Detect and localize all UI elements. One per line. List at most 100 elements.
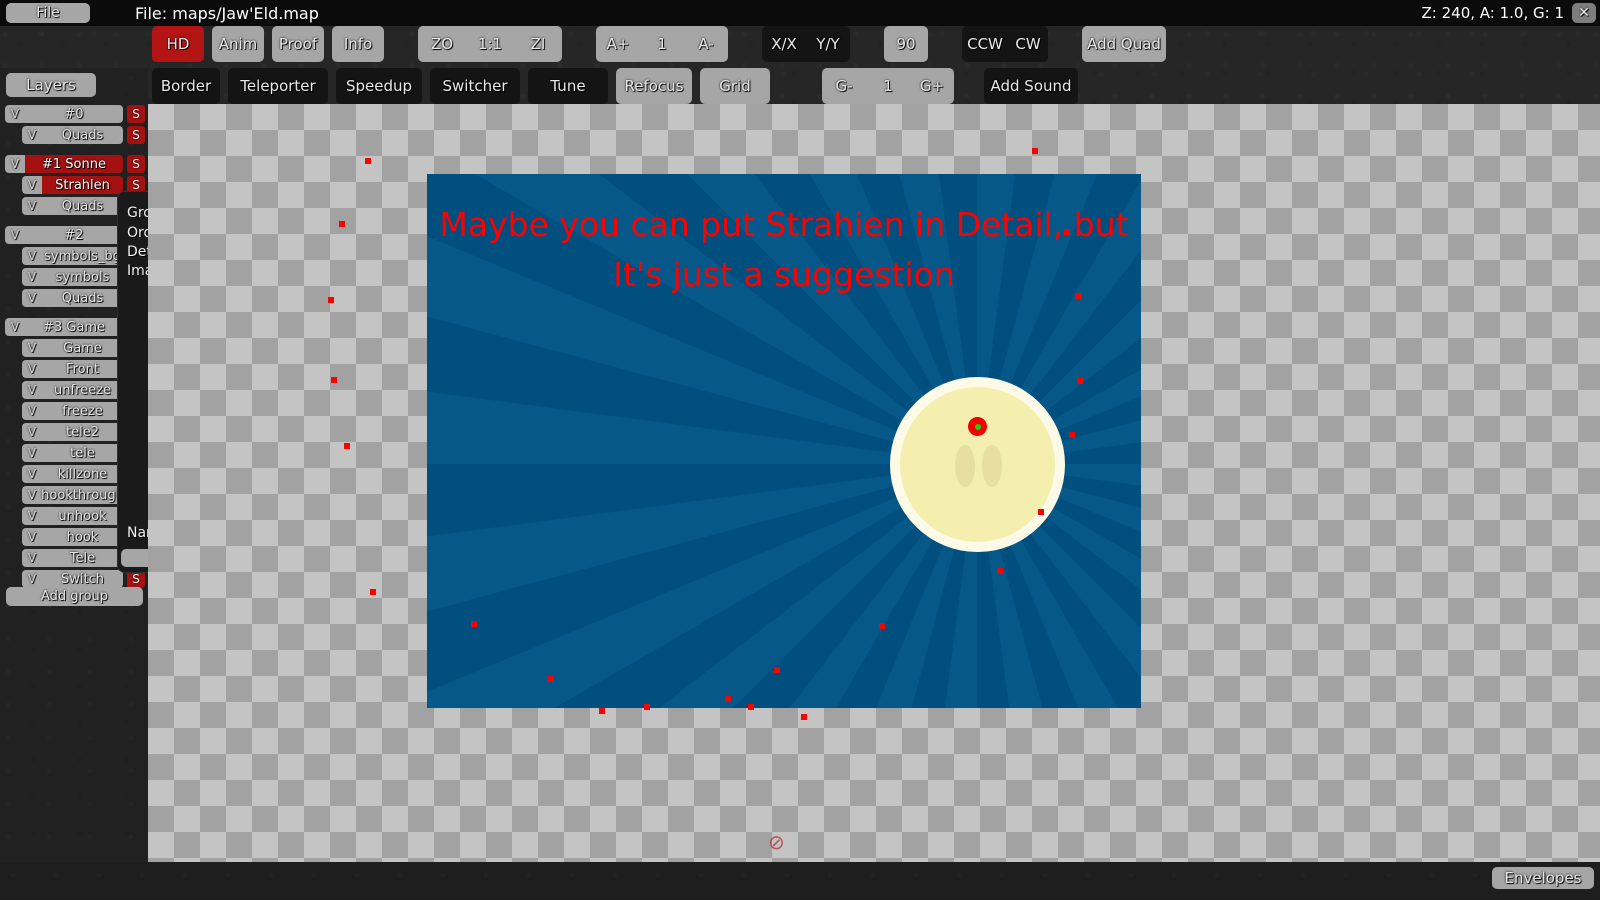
- layer-name-label[interactable]: symbols: [42, 268, 123, 286]
- layer-name-label[interactable]: Game: [42, 339, 123, 357]
- quad-point-handle[interactable]: [344, 443, 350, 449]
- quad-point-handle[interactable]: [774, 667, 780, 673]
- visibility-toggle-icon[interactable]: V: [22, 126, 42, 144]
- quad-point-handle[interactable]: [331, 377, 337, 383]
- visibility-toggle-icon[interactable]: V: [22, 528, 42, 546]
- anim-value[interactable]: 1: [640, 26, 684, 62]
- layer-group-row-1-sonne[interactable]: V #1 Sonne S: [0, 155, 148, 173]
- layer-name-label[interactable]: #3 Game: [25, 318, 123, 336]
- visibility-toggle-icon[interactable]: V: [22, 423, 42, 441]
- grid-increase-button[interactable]: G+: [910, 68, 954, 104]
- file-menu-button[interactable]: File: [6, 3, 90, 23]
- toolbar-speedup-button[interactable]: Speedup: [336, 68, 422, 104]
- rotate-ccw-button[interactable]: CCW: [962, 26, 1008, 62]
- layer-name-label[interactable]: tele2: [42, 423, 123, 441]
- visibility-toggle-icon[interactable]: V: [22, 268, 42, 286]
- layer-name-label[interactable]: symbols_bg: [42, 247, 123, 265]
- toolbar-hd-button[interactable]: HD: [152, 26, 204, 62]
- visibility-toggle-icon[interactable]: V: [22, 549, 42, 567]
- visibility-toggle-icon[interactable]: V: [22, 381, 42, 399]
- visibility-toggle-icon[interactable]: V: [22, 197, 42, 215]
- add-sound-button[interactable]: Add Sound: [984, 68, 1078, 104]
- grid-decrease-button[interactable]: G-: [822, 68, 866, 104]
- quad-point-handle[interactable]: [879, 623, 885, 629]
- visibility-toggle-icon[interactable]: V: [22, 289, 42, 307]
- envelopes-button[interactable]: Envelopes: [1492, 867, 1594, 889]
- layer-name-label[interactable]: killzone: [42, 465, 123, 483]
- anim-decrease-button[interactable]: A-: [684, 26, 728, 62]
- layer-row-quads[interactable]: VQuadsS: [0, 126, 148, 144]
- layer-name-label[interactable]: Switch: [42, 570, 123, 588]
- map-quad-background[interactable]: Maybe you can put Strahien in Detail, bu…: [427, 174, 1141, 708]
- toolbar-grid-button[interactable]: Grid: [700, 68, 770, 104]
- zoom-reset-button[interactable]: 1:1: [466, 26, 514, 62]
- visibility-toggle-icon[interactable]: V: [22, 507, 42, 525]
- layer-name-label[interactable]: Front: [42, 360, 123, 378]
- visibility-toggle-icon[interactable]: V: [22, 570, 42, 588]
- quad-point-handle[interactable]: [725, 696, 731, 702]
- visibility-toggle-icon[interactable]: V: [22, 444, 42, 462]
- quad-point-handle[interactable]: [365, 158, 371, 164]
- layer-name-label[interactable]: unfreeze: [42, 381, 123, 399]
- quad-point-handle[interactable]: [748, 704, 754, 710]
- quad-point-handle[interactable]: [1075, 293, 1081, 299]
- quad-point-handle[interactable]: [1064, 229, 1070, 235]
- quad-point-handle[interactable]: [471, 621, 477, 627]
- layer-row-switch[interactable]: V Switch S: [0, 570, 148, 588]
- quad-point-handle[interactable]: [328, 297, 334, 303]
- visibility-toggle-icon[interactable]: V: [22, 247, 42, 265]
- quad-point-handle[interactable]: [1077, 378, 1083, 384]
- zoom-in-button[interactable]: ZI: [514, 26, 562, 62]
- visibility-toggle-icon[interactable]: V: [22, 360, 42, 378]
- toolbar-info-button[interactable]: Info: [332, 26, 384, 62]
- add-quad-button[interactable]: Add Quad: [1082, 26, 1166, 62]
- toolbar-proof-button[interactable]: Proof: [272, 26, 324, 62]
- toolbar-anim-button[interactable]: Anim: [212, 26, 264, 62]
- layer-name-label[interactable]: tele: [42, 444, 123, 462]
- quad-point-handle[interactable]: [644, 704, 650, 710]
- close-icon[interactable]: ✕: [1572, 3, 1596, 23]
- toolbar-switcher-button[interactable]: Switcher: [430, 68, 520, 104]
- layers-panel-header[interactable]: Layers: [6, 73, 96, 97]
- layer-name-label[interactable]: #1 Sonne: [25, 155, 123, 173]
- layer-select-badge[interactable]: S: [127, 155, 145, 173]
- visibility-toggle-icon[interactable]: V: [5, 226, 25, 244]
- toolbar-border-button[interactable]: Border: [152, 68, 220, 104]
- quad-point-handle[interactable]: [1038, 509, 1044, 515]
- toolbar-tune-button[interactable]: Tune: [528, 68, 608, 104]
- grid-value[interactable]: 1: [866, 68, 910, 104]
- quad-pivot-handle[interactable]: [968, 417, 987, 436]
- layer-group-row-0[interactable]: V #0 S: [0, 105, 148, 123]
- anim-increase-button[interactable]: A+: [596, 26, 640, 62]
- add-group-button[interactable]: Add group: [6, 587, 143, 606]
- layer-select-badge[interactable]: S: [127, 126, 145, 144]
- sun-graphic[interactable]: [890, 377, 1065, 552]
- visibility-toggle-icon[interactable]: V: [22, 486, 42, 504]
- visibility-toggle-icon[interactable]: V: [22, 176, 42, 194]
- quad-point-handle[interactable]: [339, 221, 345, 227]
- visibility-toggle-icon[interactable]: V: [5, 155, 25, 173]
- layer-name-label[interactable]: hookthrough: [41, 486, 124, 504]
- zoom-out-button[interactable]: ZO: [418, 26, 466, 62]
- layer-name-label[interactable]: #0: [25, 105, 123, 123]
- mirror-x-button[interactable]: X/X: [762, 26, 806, 62]
- mirror-y-button[interactable]: Y/Y: [806, 26, 850, 62]
- layer-name-label[interactable]: Tele: [42, 549, 123, 567]
- toolbar-refocus-button[interactable]: Refocus: [616, 68, 692, 104]
- quad-point-handle[interactable]: [801, 714, 807, 720]
- visibility-toggle-icon[interactable]: V: [22, 465, 42, 483]
- quad-point-handle[interactable]: [370, 589, 376, 595]
- quad-point-handle[interactable]: [547, 676, 553, 682]
- visibility-toggle-icon[interactable]: V: [22, 339, 42, 357]
- layer-select-badge[interactable]: S: [127, 570, 145, 588]
- layer-name-label[interactable]: Strahlen: [42, 176, 123, 194]
- layer-name-label[interactable]: #2: [25, 226, 123, 244]
- visibility-toggle-icon[interactable]: V: [5, 318, 25, 336]
- layer-select-badge[interactable]: S: [127, 105, 145, 123]
- quad-point-handle[interactable]: [599, 708, 605, 714]
- layer-name-label[interactable]: Quads: [42, 126, 123, 144]
- layer-name-label[interactable]: freeze: [42, 402, 123, 420]
- quad-point-handle[interactable]: [1032, 148, 1038, 154]
- layer-name-label[interactable]: Quads: [42, 289, 123, 307]
- quad-point-handle[interactable]: [1069, 432, 1075, 438]
